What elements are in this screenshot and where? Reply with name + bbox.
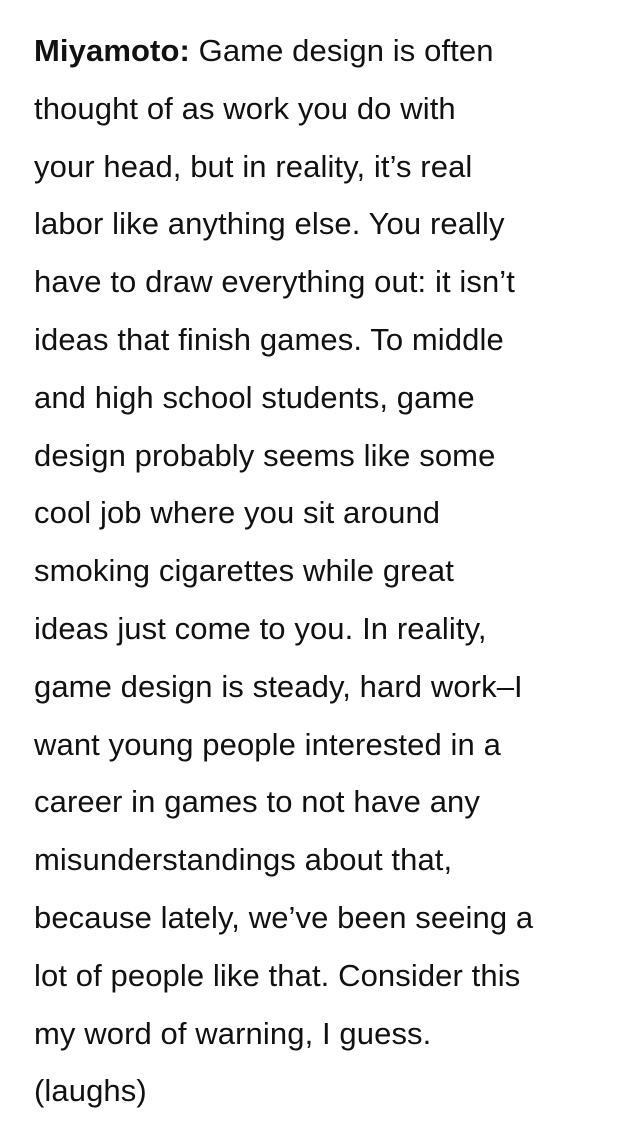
quote-paragraph: Miyamoto: Game design is often thought o… xyxy=(34,22,634,1120)
article-screenshot: Miyamoto: Game design is often thought o… xyxy=(0,0,640,1136)
quote-body: Game design is often thought of as work … xyxy=(34,33,534,1109)
speaker-name: Miyamoto: xyxy=(34,33,190,68)
